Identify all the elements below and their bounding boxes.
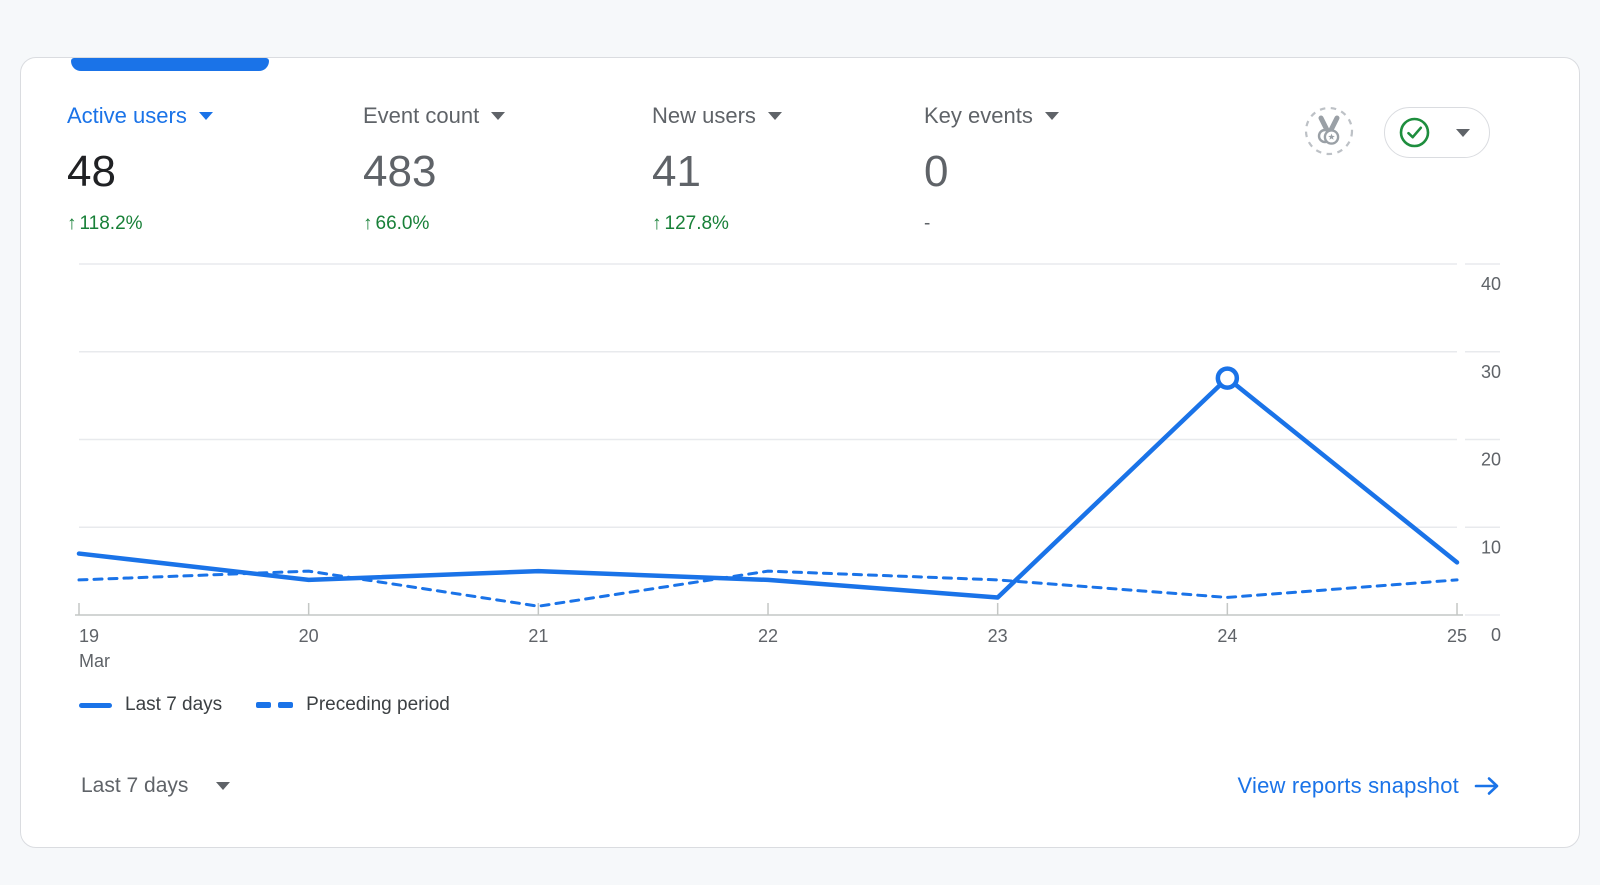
active-tab-indicator <box>71 58 269 71</box>
x-axis-label: 23 <box>988 626 1008 646</box>
date-range-label: Last 7 days <box>81 774 188 798</box>
x-axis-month-label: Mar <box>79 651 110 670</box>
peak-marker <box>1218 369 1237 388</box>
y-axis-label: 20 <box>1481 450 1501 470</box>
trend-chart: 0 10 20 30 40 19 20 21 22 23 24 25 Mar <box>21 258 1581 670</box>
chevron-down-icon <box>491 112 505 120</box>
metric-value: 41 <box>652 146 782 198</box>
metric-delta: ↑ 66.0% <box>363 212 505 236</box>
metric-delta: ↑ 127.8% <box>652 212 782 236</box>
metric-label: Active users <box>67 103 187 129</box>
metric-delta: ↑ 118.2% <box>67 212 213 236</box>
benchmarking-medal-icon[interactable] <box>1304 106 1354 156</box>
delta-value: 66.0% <box>376 212 430 236</box>
benchmarking-medal-graphic <box>1304 106 1354 156</box>
metric-selector-key-events[interactable]: Key events <box>924 102 1059 130</box>
card-footer: Last 7 days View reports snapshot <box>81 761 1501 811</box>
metric-delta: - <box>924 212 1059 236</box>
x-axis-label: 24 <box>1217 626 1237 646</box>
delta-value: 118.2% <box>80 212 143 236</box>
metric-selector-active-users[interactable]: Active users <box>67 102 213 130</box>
y-axis-label: 10 <box>1481 537 1501 557</box>
solid-line-swatch-icon <box>79 703 112 708</box>
arrow-up-icon: ↑ <box>652 212 662 236</box>
chevron-down-icon <box>768 112 782 120</box>
metric-selector-event-count[interactable]: Event count <box>363 102 505 130</box>
x-axis-label: 21 <box>528 626 548 646</box>
chevron-down-icon <box>1456 129 1470 137</box>
delta-value: - <box>924 212 930 236</box>
legend-item-preceding: Preceding period <box>256 694 450 716</box>
y-axis-label: 0 <box>1491 625 1501 645</box>
arrow-up-icon: ↑ <box>363 212 373 236</box>
link-label: View reports snapshot <box>1238 773 1459 799</box>
x-axis-label: 20 <box>299 626 319 646</box>
metric-active-users: Active users 48 ↑ 118.2% <box>67 102 213 236</box>
delta-value: 127.8% <box>665 212 729 236</box>
metric-value: 0 <box>924 146 1059 198</box>
chevron-down-icon <box>1045 112 1059 120</box>
legend-label: Last 7 days <box>125 694 222 716</box>
dashed-line-swatch-icon <box>256 702 293 708</box>
metric-value: 483 <box>363 146 505 198</box>
metric-new-users: New users 41 ↑ 127.8% <box>652 102 782 236</box>
view-reports-snapshot-link[interactable]: View reports snapshot <box>1238 773 1501 799</box>
chevron-down-icon <box>216 782 230 790</box>
y-axis-label: 30 <box>1481 362 1501 382</box>
data-quality-button[interactable] <box>1384 107 1490 158</box>
metric-label: Event count <box>363 103 479 129</box>
legend-item-current: Last 7 days <box>79 694 222 716</box>
x-axis-label: 25 <box>1447 626 1467 646</box>
x-axis-label: 22 <box>758 626 778 646</box>
metric-label: New users <box>652 103 756 129</box>
metric-key-events: Key events 0 - <box>924 102 1059 236</box>
series-line-solid <box>79 378 1457 597</box>
arrow-right-icon <box>1473 774 1501 798</box>
metric-label: Key events <box>924 103 1033 129</box>
date-range-selector[interactable]: Last 7 days <box>81 774 230 798</box>
arrow-up-icon: ↑ <box>67 212 77 236</box>
overview-card: Active users 48 ↑ 118.2% Event count 483… <box>20 57 1580 848</box>
metric-selector-new-users[interactable]: New users <box>652 102 782 130</box>
legend-label: Preceding period <box>306 694 450 716</box>
check-circle-icon <box>1399 117 1430 148</box>
metric-value: 48 <box>67 146 213 198</box>
x-axis-label: 19 <box>79 626 99 646</box>
chevron-down-icon <box>199 112 213 120</box>
chart-legend: Last 7 days Preceding period <box>79 694 450 716</box>
metric-event-count: Event count 483 ↑ 66.0% <box>363 102 505 236</box>
y-axis-label: 40 <box>1481 274 1501 294</box>
